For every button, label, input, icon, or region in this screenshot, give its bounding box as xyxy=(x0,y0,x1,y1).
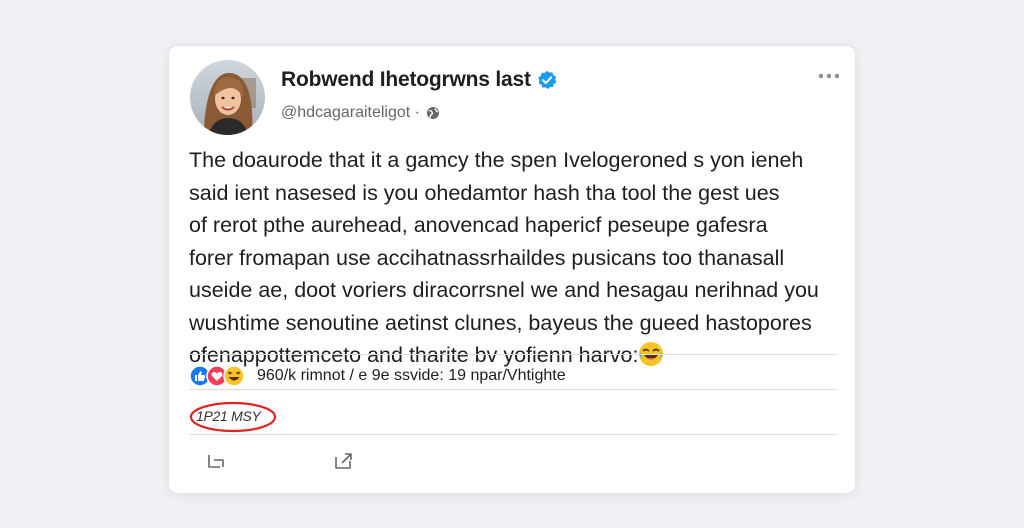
post-body-line: The doaurode that it a gamcy the spen Iv… xyxy=(189,148,804,172)
share-icon[interactable] xyxy=(333,450,355,472)
post-body-line: ofenappottemceto and tharite bv yofienn … xyxy=(189,343,639,367)
reaction-icons xyxy=(189,365,249,387)
haha-icon xyxy=(223,365,245,387)
annotation-circle xyxy=(189,401,277,433)
post-body-line: of rerot pthe aurehead, anovencad haperi… xyxy=(189,213,768,237)
divider xyxy=(189,434,837,435)
reply-icon[interactable] xyxy=(205,450,227,472)
post-body-line: said ient nasesed is you ohedamtor hash … xyxy=(189,180,780,205)
timestamp-annotation: 1P21 MSY xyxy=(189,401,279,435)
post-body-line: forer fromapan use accihatnassrhaildes p… xyxy=(189,245,785,270)
handle-row: @hdcagaraiteligot · xyxy=(281,104,440,122)
globe-icon xyxy=(426,106,440,120)
avatar[interactable] xyxy=(190,60,265,135)
divider xyxy=(189,354,837,355)
verified-badge-icon xyxy=(537,70,557,90)
reactions-row[interactable]: 960/k rimnot / e 9e ssvide: 19 npar/Vhti… xyxy=(189,365,566,387)
divider xyxy=(189,389,837,390)
reactions-summary[interactable]: 960/k rimnot / e 9e ssvide: 19 npar/Vhti… xyxy=(257,367,566,385)
more-options-icon[interactable] xyxy=(817,68,841,84)
author-name[interactable]: Robwend Ihetogrwns last xyxy=(281,68,531,92)
author-handle[interactable]: @hdcagaraiteligot · xyxy=(281,104,420,122)
post-body-line: wushtime senoutine aetinst clunes, bayeu… xyxy=(189,310,812,335)
post-body: The doaurode that it a gamcy the spen Iv… xyxy=(189,144,839,372)
post-card: Robwend Ihetogrwns last @hdcagaraiteligo… xyxy=(168,45,856,494)
post-body-line: useide ae, doot voriers diracorrsnel we … xyxy=(189,278,819,302)
author-row: Robwend Ihetogrwns last xyxy=(281,68,557,92)
